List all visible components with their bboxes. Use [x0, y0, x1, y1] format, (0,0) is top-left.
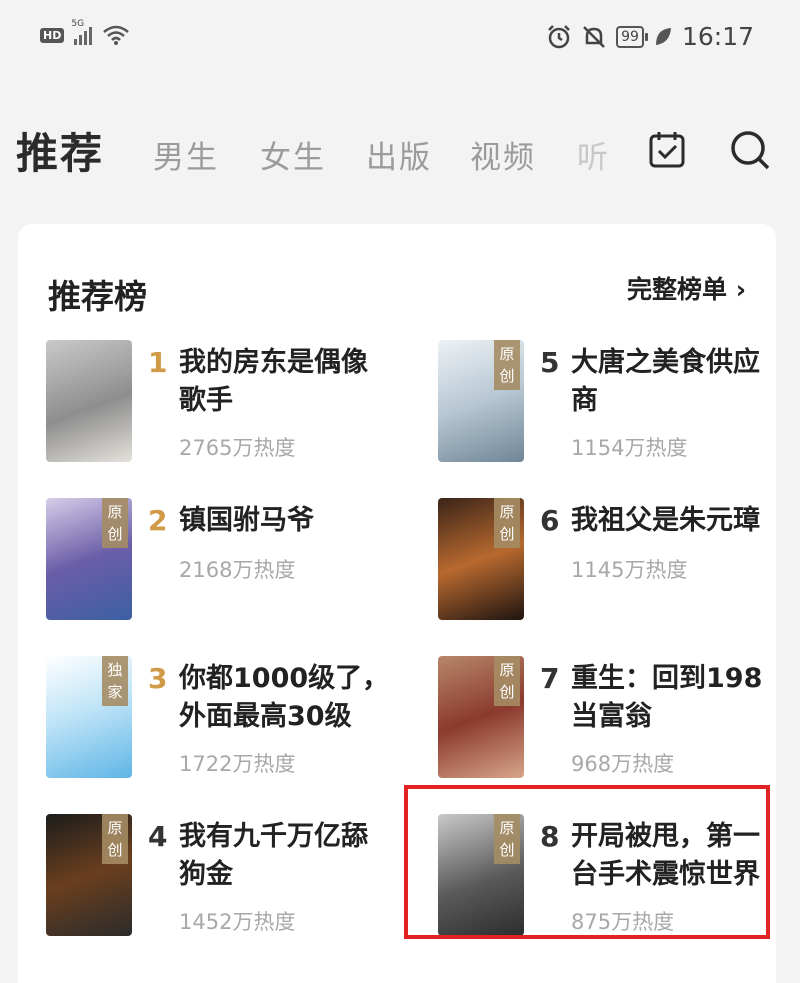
book-heat: 2765万热度 [179, 436, 296, 460]
book-heat: 1452万热度 [179, 910, 296, 934]
original-tag: 原创 [494, 498, 520, 548]
book-cover[interactable]: 原创 [438, 498, 524, 620]
original-tag: 原创 [494, 656, 520, 706]
book-item[interactable]: 1 我的房东是偶像 歌手 2765万热度 [36, 340, 396, 480]
book-item[interactable]: 独家 3 你都1000级了， 外面最高30级 1722万热度 [36, 656, 396, 796]
leaf-icon [655, 27, 671, 45]
book-title[interactable]: 我的房东是偶像 歌手 [179, 344, 399, 420]
mute-bell-icon [583, 25, 606, 48]
search-icon[interactable] [728, 128, 772, 172]
book-heat: 1154万热度 [571, 436, 688, 460]
original-tag: 原创 [102, 498, 128, 548]
book-heat: 968万热度 [571, 752, 675, 776]
tab-recommend[interactable]: 推荐 [16, 120, 104, 181]
book-item[interactable]: 原创 4 我有九千万亿舔 狗金 1452万热度 [36, 814, 396, 954]
book-cover[interactable]: 独家 [46, 656, 132, 778]
book-item[interactable]: 原创 5 大唐之美食供应 商 1154万热度 [428, 340, 788, 480]
alarm-icon [548, 24, 571, 48]
book-rank: 7 [540, 662, 560, 695]
status-bar: HD 5G 99 16:17 [0, 0, 800, 80]
book-cover[interactable]: 原创 [438, 340, 524, 462]
book-title[interactable]: 重生：回到198 当富翁 [571, 660, 791, 736]
battery-icon: 99 [616, 25, 648, 48]
book-rank: 6 [540, 504, 560, 537]
book-cover[interactable]: 原创 [46, 498, 132, 620]
signal-type: 5G [71, 19, 85, 29]
full-list-link[interactable]: 完整榜单 › [627, 270, 746, 306]
ranking-title: 推荐榜 [48, 277, 147, 316]
highlight-box [404, 785, 770, 939]
book-rank: 4 [148, 820, 168, 853]
hd-badge: HD [40, 27, 65, 43]
book-rank: 1 [148, 346, 168, 379]
tab-male[interactable]: 男生 [153, 132, 219, 177]
original-tag: 原创 [494, 340, 520, 390]
top-nav: 推荐 男生 女生 出版 视频 听 [0, 110, 800, 190]
book-title[interactable]: 镇国驸马爷 [179, 502, 399, 540]
original-tag: 原创 [102, 814, 128, 864]
book-heat: 1722万热度 [179, 752, 296, 776]
tab-female[interactable]: 女生 [260, 132, 326, 177]
book-heat: 2168万热度 [179, 558, 296, 582]
book-cover[interactable]: 原创 [438, 656, 524, 778]
book-title[interactable]: 你都1000级了， 外面最高30级 [179, 660, 399, 736]
tab-video[interactable]: 视频 [470, 132, 536, 177]
book-rank: 3 [148, 662, 168, 695]
status-right: 99 16:17 [546, 22, 754, 51]
tab-publish[interactable]: 出版 [366, 132, 432, 177]
book-title[interactable]: 我祖父是朱元璋 [571, 502, 791, 540]
book-item[interactable]: 原创 6 我祖父是朱元璋 1145万热度 [428, 498, 788, 638]
status-left: HD 5G [40, 19, 130, 46]
book-item[interactable]: 原创 2 镇国驸马爷 2168万热度 [36, 498, 396, 638]
book-item[interactable]: 原创 7 重生：回到198 当富翁 968万热度 [428, 656, 788, 796]
book-title[interactable]: 我有九千万亿舔 狗金 [179, 818, 399, 894]
exclusive-tag: 独家 [102, 656, 128, 706]
book-heat: 1145万热度 [571, 558, 688, 582]
wifi-icon [103, 25, 130, 45]
book-cover[interactable] [46, 340, 132, 462]
clock: 16:17 [681, 22, 754, 51]
book-title[interactable]: 大唐之美食供应 商 [571, 344, 791, 420]
calendar-checkin-icon[interactable] [645, 128, 689, 172]
book-rank: 2 [148, 504, 168, 537]
tab-audio[interactable]: 听 [577, 132, 610, 177]
book-rank: 5 [540, 346, 560, 379]
signal-icon: 5G [71, 19, 93, 45]
book-cover[interactable]: 原创 [46, 814, 132, 936]
